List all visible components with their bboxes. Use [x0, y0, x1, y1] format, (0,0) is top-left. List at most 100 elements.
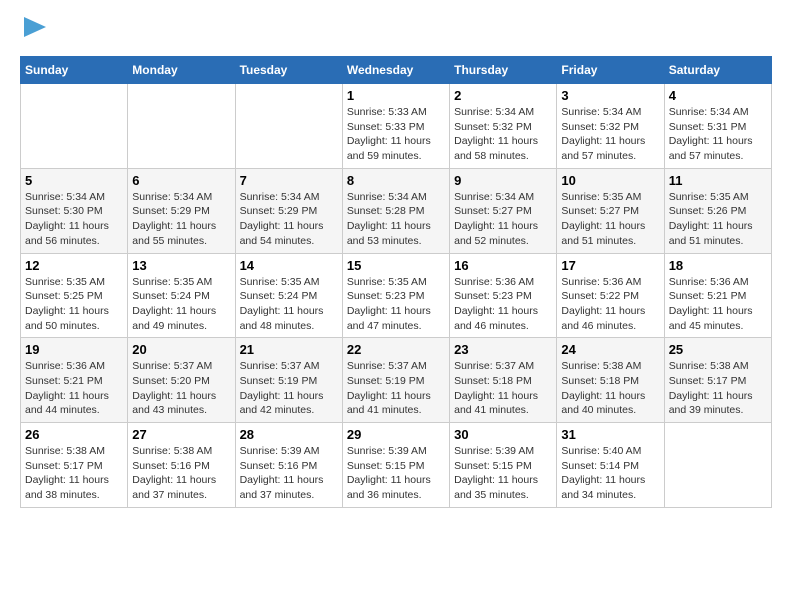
day-number: 10 [561, 173, 659, 188]
logo [20, 20, 46, 46]
calendar-day-cell: 5Sunrise: 5:34 AMSunset: 5:30 PMDaylight… [21, 168, 128, 253]
calendar-day-cell: 6 Sunrise: 5:34 AMSunset: 5:29 PMDaylight… [128, 168, 235, 253]
day-number: 3 [561, 88, 659, 103]
calendar-day-cell: 21 Sunrise: 5:37 AMSunset: 5:19 PMDayligh… [235, 338, 342, 423]
calendar-week-row: 26Sunrise: 5:38 AMSunset: 5:17 PMDayligh… [21, 423, 772, 508]
day-number: 18 [669, 258, 767, 273]
day-info: Sunrise: 5:33 AMSunset: 5:33 PMDaylight:… [347, 105, 445, 164]
day-info: Sunrise: 5:34 AMSunset: 5:27 PMDaylight:… [454, 190, 552, 249]
calendar-day-cell: 3 Sunrise: 5:34 AMSunset: 5:32 PMDaylight… [557, 84, 664, 169]
calendar-week-row: 5Sunrise: 5:34 AMSunset: 5:30 PMDaylight… [21, 168, 772, 253]
day-info: Sunrise: 5:35 AMSunset: 5:27 PMDaylight:… [561, 190, 659, 249]
calendar-day-cell: 2Sunrise: 5:34 AMSunset: 5:32 PMDaylight… [450, 84, 557, 169]
day-info: Sunrise: 5:37 AMSunset: 5:20 PMDaylight:… [132, 359, 230, 418]
day-info: Sunrise: 5:38 AMSunset: 5:18 PMDaylight:… [561, 359, 659, 418]
day-number: 16 [454, 258, 552, 273]
day-info: Sunrise: 5:34 AMSunset: 5:31 PMDaylight:… [669, 105, 767, 164]
day-number: 9 [454, 173, 552, 188]
day-info: Sunrise: 5:35 AMSunset: 5:24 PMDaylight:… [132, 275, 230, 334]
calendar-day-cell: 11 Sunrise: 5:35 AMSunset: 5:26 PMDayligh… [664, 168, 771, 253]
day-number: 24 [561, 342, 659, 357]
calendar-day-cell: 12Sunrise: 5:35 AMSunset: 5:25 PMDayligh… [21, 253, 128, 338]
day-number: 6 [132, 173, 230, 188]
day-info: Sunrise: 5:39 AMSunset: 5:15 PMDaylight:… [347, 444, 445, 503]
day-number: 22 [347, 342, 445, 357]
weekday-header: Thursday [450, 57, 557, 84]
calendar-day-cell: 9 Sunrise: 5:34 AMSunset: 5:27 PMDaylight… [450, 168, 557, 253]
day-number: 27 [132, 427, 230, 442]
day-info: Sunrise: 5:34 AMSunset: 5:32 PMDaylight:… [561, 105, 659, 164]
calendar-day-cell [664, 423, 771, 508]
day-info: Sunrise: 5:40 AMSunset: 5:14 PMDaylight:… [561, 444, 659, 503]
weekday-header: Saturday [664, 57, 771, 84]
page-header [20, 20, 772, 46]
calendar-day-cell: 4 Sunrise: 5:34 AMSunset: 5:31 PMDaylight… [664, 84, 771, 169]
day-number: 15 [347, 258, 445, 273]
day-info: Sunrise: 5:35 AMSunset: 5:26 PMDaylight:… [669, 190, 767, 249]
day-number: 17 [561, 258, 659, 273]
day-number: 26 [25, 427, 123, 442]
calendar-week-row: 19 Sunrise: 5:36 AMSunset: 5:21 PMDayligh… [21, 338, 772, 423]
calendar-day-cell [21, 84, 128, 169]
day-number: 4 [669, 88, 767, 103]
day-info: Sunrise: 5:38 AMSunset: 5:17 PMDaylight:… [669, 359, 767, 418]
day-info: Sunrise: 5:34 AMSunset: 5:28 PMDaylight:… [347, 190, 445, 249]
logo-arrow-icon [24, 17, 46, 37]
calendar-day-cell: 8 Sunrise: 5:34 AMSunset: 5:28 PMDaylight… [342, 168, 449, 253]
day-number: 30 [454, 427, 552, 442]
day-number: 21 [240, 342, 338, 357]
day-number: 19 [25, 342, 123, 357]
calendar-day-cell: 29 Sunrise: 5:39 AMSunset: 5:15 PMDayligh… [342, 423, 449, 508]
calendar-day-cell [128, 84, 235, 169]
calendar-day-cell: 14 Sunrise: 5:35 AMSunset: 5:24 PMDayligh… [235, 253, 342, 338]
day-number: 11 [669, 173, 767, 188]
calendar-day-cell: 15 Sunrise: 5:35 AMSunset: 5:23 PMDayligh… [342, 253, 449, 338]
calendar-header-row: SundayMondayTuesdayWednesdayThursdayFrid… [21, 57, 772, 84]
calendar-day-cell: 18Sunrise: 5:36 AMSunset: 5:21 PMDayligh… [664, 253, 771, 338]
calendar-day-cell: 17 Sunrise: 5:36 AMSunset: 5:22 PMDayligh… [557, 253, 664, 338]
day-info: Sunrise: 5:36 AMSunset: 5:22 PMDaylight:… [561, 275, 659, 334]
day-info: Sunrise: 5:37 AMSunset: 5:19 PMDaylight:… [240, 359, 338, 418]
day-info: Sunrise: 5:34 AMSunset: 5:29 PMDaylight:… [132, 190, 230, 249]
day-number: 13 [132, 258, 230, 273]
weekday-header: Wednesday [342, 57, 449, 84]
weekday-header: Sunday [21, 57, 128, 84]
day-number: 1 [347, 88, 445, 103]
calendar-day-cell: 30Sunrise: 5:39 AMSunset: 5:15 PMDayligh… [450, 423, 557, 508]
day-info: Sunrise: 5:36 AMSunset: 5:23 PMDaylight:… [454, 275, 552, 334]
day-number: 2 [454, 88, 552, 103]
calendar-day-cell: 7Sunrise: 5:34 AMSunset: 5:29 PMDaylight… [235, 168, 342, 253]
day-number: 29 [347, 427, 445, 442]
weekday-header: Tuesday [235, 57, 342, 84]
day-number: 20 [132, 342, 230, 357]
day-number: 14 [240, 258, 338, 273]
calendar-day-cell: 22 Sunrise: 5:37 AMSunset: 5:19 PMDayligh… [342, 338, 449, 423]
calendar-table: SundayMondayTuesdayWednesdayThursdayFrid… [20, 56, 772, 508]
day-number: 28 [240, 427, 338, 442]
day-info: Sunrise: 5:35 AMSunset: 5:24 PMDaylight:… [240, 275, 338, 334]
calendar-day-cell: 25 Sunrise: 5:38 AMSunset: 5:17 PMDayligh… [664, 338, 771, 423]
calendar-day-cell: 27 Sunrise: 5:38 AMSunset: 5:16 PMDayligh… [128, 423, 235, 508]
calendar-day-cell: 19 Sunrise: 5:36 AMSunset: 5:21 PMDayligh… [21, 338, 128, 423]
day-info: Sunrise: 5:35 AMSunset: 5:25 PMDaylight:… [25, 275, 123, 334]
day-info: Sunrise: 5:37 AMSunset: 5:18 PMDaylight:… [454, 359, 552, 418]
calendar-day-cell: 1 Sunrise: 5:33 AMSunset: 5:33 PMDaylight… [342, 84, 449, 169]
calendar-day-cell: 26Sunrise: 5:38 AMSunset: 5:17 PMDayligh… [21, 423, 128, 508]
day-number: 5 [25, 173, 123, 188]
calendar-day-cell [235, 84, 342, 169]
calendar-day-cell: 20 Sunrise: 5:37 AMSunset: 5:20 PMDayligh… [128, 338, 235, 423]
day-number: 25 [669, 342, 767, 357]
calendar-day-cell: 10 Sunrise: 5:35 AMSunset: 5:27 PMDayligh… [557, 168, 664, 253]
calendar-day-cell: 16 Sunrise: 5:36 AMSunset: 5:23 PMDayligh… [450, 253, 557, 338]
day-number: 8 [347, 173, 445, 188]
calendar-day-cell: 31Sunrise: 5:40 AMSunset: 5:14 PMDayligh… [557, 423, 664, 508]
calendar-day-cell: 28Sunrise: 5:39 AMSunset: 5:16 PMDayligh… [235, 423, 342, 508]
day-info: Sunrise: 5:37 AMSunset: 5:19 PMDaylight:… [347, 359, 445, 418]
calendar-week-row: 1 Sunrise: 5:33 AMSunset: 5:33 PMDaylight… [21, 84, 772, 169]
day-info: Sunrise: 5:38 AMSunset: 5:16 PMDaylight:… [132, 444, 230, 503]
day-info: Sunrise: 5:36 AMSunset: 5:21 PMDaylight:… [25, 359, 123, 418]
day-number: 23 [454, 342, 552, 357]
day-info: Sunrise: 5:35 AMSunset: 5:23 PMDaylight:… [347, 275, 445, 334]
logo-text-block [20, 20, 46, 46]
calendar-day-cell: 23 Sunrise: 5:37 AMSunset: 5:18 PMDayligh… [450, 338, 557, 423]
